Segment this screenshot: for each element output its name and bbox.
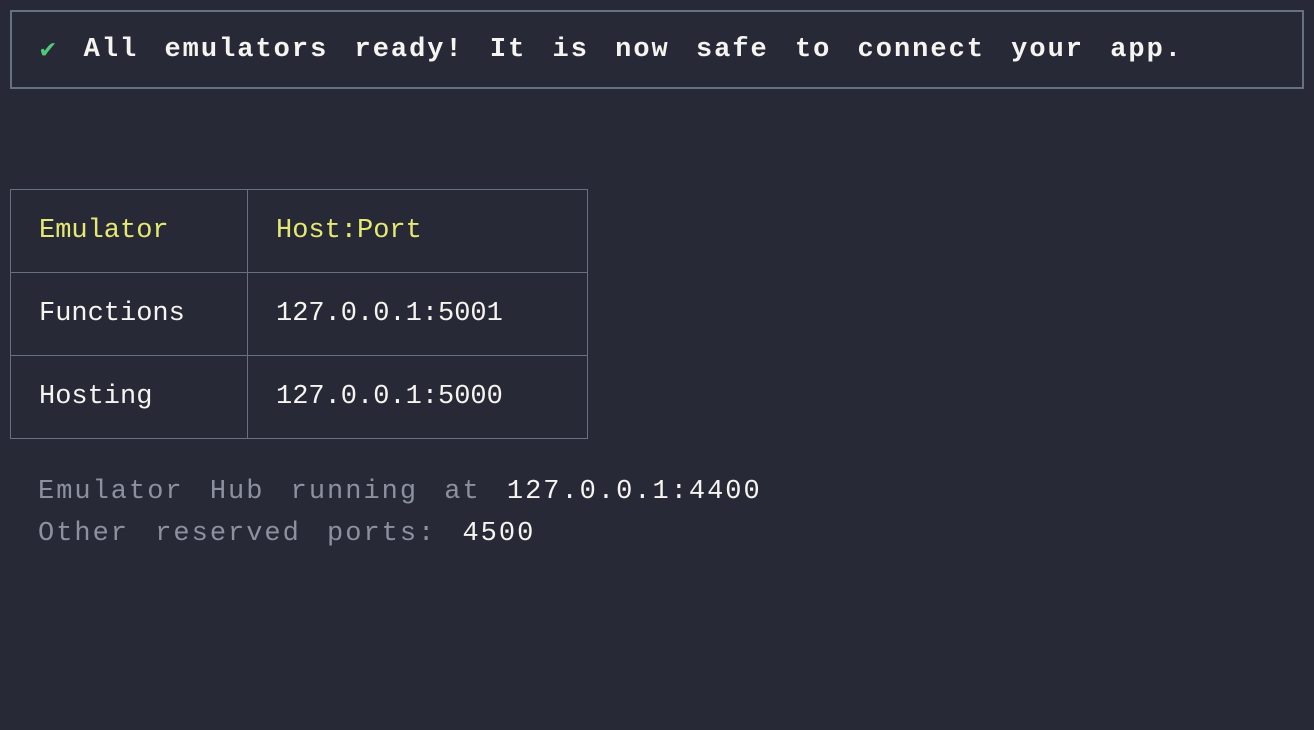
hub-info-line: Emulator Hub running at 127.0.0.1:4400 bbox=[38, 477, 1304, 507]
emulator-name: Functions bbox=[11, 273, 248, 356]
emulator-hostport: 127.0.0.1:5000 bbox=[248, 356, 588, 439]
reserved-label: Other reserved ports: bbox=[38, 519, 462, 549]
status-banner: ✔ All emulators ready! It is now safe to… bbox=[10, 10, 1304, 89]
table-row: Functions 127.0.0.1:5001 bbox=[11, 273, 588, 356]
reserved-value: 4500 bbox=[462, 519, 535, 549]
table-header-row: Emulator Host:Port bbox=[11, 190, 588, 273]
header-emulator: Emulator bbox=[11, 190, 248, 273]
info-lines: Emulator Hub running at 127.0.0.1:4400 O… bbox=[10, 477, 1304, 549]
table-row: Hosting 127.0.0.1:5000 bbox=[11, 356, 588, 439]
reserved-ports-line: Other reserved ports: 4500 bbox=[38, 519, 1304, 549]
emulator-table: Emulator Host:Port Functions 127.0.0.1:5… bbox=[10, 189, 588, 439]
emulator-hostport: 127.0.0.1:5001 bbox=[248, 273, 588, 356]
check-icon: ✔ bbox=[40, 34, 56, 65]
hub-label: Emulator Hub running at bbox=[38, 477, 507, 507]
hub-value: 127.0.0.1:4400 bbox=[507, 477, 762, 507]
emulator-name: Hosting bbox=[11, 356, 248, 439]
status-message: All emulators ready! It is now safe to c… bbox=[84, 35, 1183, 65]
header-hostport: Host:Port bbox=[248, 190, 588, 273]
terminal-output: ✔ All emulators ready! It is now safe to… bbox=[0, 0, 1314, 571]
